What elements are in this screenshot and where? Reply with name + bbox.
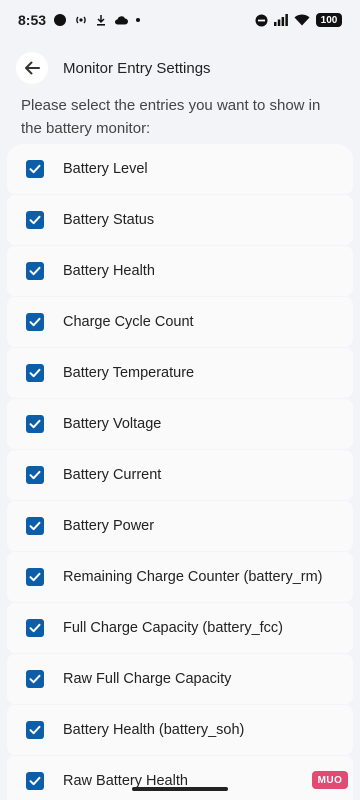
arrow-back-icon [25,61,40,75]
check-icon [29,419,41,429]
status-system-icons: 100 [255,13,342,27]
list-item[interactable]: Charge Cycle Count [7,297,353,347]
list-item[interactable]: Battery Health [7,246,353,296]
status-bar: 8:53 100 [0,0,360,40]
checkbox[interactable] [26,670,44,688]
list-item[interactable]: Raw Full Charge Capacity [7,654,353,704]
check-icon [29,164,41,174]
entry-label: Battery Health [63,263,155,279]
checkbox[interactable] [26,262,44,280]
check-icon [29,470,41,480]
status-time: 8:53 [18,12,47,28]
checkbox[interactable] [26,313,44,331]
status-notification-icons [54,14,141,26]
hotspot-icon [76,16,86,24]
entry-label: Battery Health (battery_soh) [63,722,245,738]
check-icon [29,215,41,225]
entry-label: Battery Level [63,161,148,177]
entry-label: Charge Cycle Count [63,314,194,330]
watermark-logo: MUO [312,771,348,789]
more-notifications-icon [136,18,141,22]
entry-label: Full Charge Capacity (battery_fcc) [63,620,283,636]
list-item[interactable]: Battery Current [7,450,353,500]
list-item[interactable]: Battery Voltage [7,399,353,449]
checkbox[interactable] [26,211,44,229]
list-item[interactable]: Remaining Charge Counter (battery_rm) [7,552,353,602]
list-item[interactable]: Raw Battery Health [7,756,353,800]
check-icon [29,623,41,633]
checkbox[interactable] [26,415,44,433]
check-icon [29,368,41,378]
check-icon [29,266,41,276]
signal-icon [274,14,288,26]
checkbox[interactable] [26,160,44,178]
cloud-icon [115,16,129,25]
page-title: Monitor Entry Settings [63,59,211,77]
entry-label: Remaining Charge Counter (battery_rm) [63,569,323,585]
instructions-text: Please select the entries you want to sh… [21,97,321,137]
checkbox[interactable] [26,517,44,535]
do-not-disturb-icon [255,14,268,26]
checkbox[interactable] [26,619,44,637]
list-item[interactable]: Battery Health (battery_soh) [7,705,353,755]
check-icon [29,725,41,735]
app-bar: Monitor Entry Settings [0,48,360,88]
check-icon [29,776,41,786]
list-item[interactable]: Battery Status [7,195,353,245]
check-icon [29,521,41,531]
list-item[interactable]: Battery Level [7,144,353,194]
entry-label: Battery Voltage [63,416,162,432]
entry-list: Battery Level Battery Status Battery Healt… [7,144,353,800]
back-button[interactable] [16,52,48,84]
check-icon [29,317,41,327]
list-item[interactable]: Full Charge Capacity (battery_fcc) [7,603,353,653]
wifi-icon [294,14,310,26]
list-item[interactable]: Battery Power [7,501,353,551]
checkbox[interactable] [26,568,44,586]
list-item[interactable]: Battery Temperature [7,348,353,398]
screen: 8:53 100 Monitor Entry Settings Please s… [0,0,360,800]
entry-label: Battery Power [63,518,155,534]
check-icon [29,674,41,684]
check-icon [29,572,41,582]
checkbox[interactable] [26,466,44,484]
entry-label: Battery Status [63,212,155,228]
download-icon [97,15,106,26]
battery-indicator: 100 [316,13,342,27]
checkbox[interactable] [26,364,44,382]
checkbox[interactable] [26,721,44,739]
entry-label: Battery Temperature [63,365,195,381]
checkbox[interactable] [26,772,44,790]
entry-label: Battery Current [63,467,162,483]
gesture-navigation-bar[interactable] [132,787,228,791]
entry-label: Raw Full Charge Capacity [63,671,232,687]
record-icon [54,14,67,26]
